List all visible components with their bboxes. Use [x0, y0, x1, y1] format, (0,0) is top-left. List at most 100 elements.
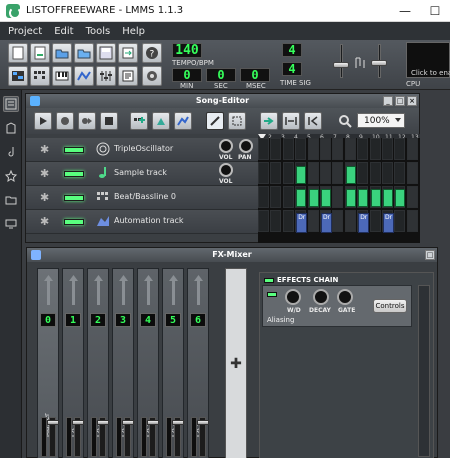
grid-cell[interactable] — [307, 210, 319, 232]
grid-cell[interactable] — [382, 162, 393, 184]
mute-led[interactable] — [64, 171, 84, 177]
grid-cell[interactable] — [344, 138, 356, 160]
whats-this-button[interactable]: ? — [142, 43, 162, 63]
open-project-button[interactable] — [52, 43, 72, 63]
controls-button[interactable]: Controls — [373, 299, 407, 313]
fx-channel[interactable]: 2 FX 2 — [87, 268, 109, 458]
grid-cell[interactable] — [369, 162, 381, 184]
track-row[interactable]: ✱ Beat/Bassline 0 — [26, 186, 258, 210]
project-notes-button[interactable] — [118, 66, 138, 86]
master-volume-handle[interactable] — [333, 62, 349, 68]
song-editor-close-button[interactable]: × — [407, 96, 417, 106]
beat-clip[interactable] — [370, 189, 381, 207]
computer-button[interactable] — [3, 216, 19, 232]
volume-knob[interactable] — [219, 163, 233, 177]
sample-clip[interactable] — [345, 166, 356, 184]
beat-clip[interactable] — [321, 189, 331, 207]
grid-cell[interactable] — [295, 138, 307, 160]
grid-cell[interactable] — [357, 162, 369, 184]
menu-project[interactable]: Project — [8, 26, 42, 37]
save-project-button[interactable] — [96, 43, 116, 63]
menu-help[interactable]: Help — [122, 26, 145, 37]
grid-cell[interactable] — [406, 186, 418, 208]
draw-mode-button[interactable] — [206, 112, 224, 130]
gear-icon[interactable]: ✱ — [40, 143, 49, 156]
mute-led[interactable] — [64, 195, 84, 201]
loop-points-button[interactable] — [282, 112, 300, 130]
fader-handle[interactable] — [97, 420, 109, 425]
fader-handle[interactable] — [147, 420, 159, 425]
tempo-display[interactable]: 140 — [172, 43, 202, 58]
grid-cell[interactable] — [406, 138, 418, 160]
master-channel[interactable]: 0 Master — [37, 268, 59, 458]
fader-handle[interactable] — [172, 420, 184, 425]
track-name[interactable]: Automation track — [114, 216, 184, 225]
time-sig-denominator[interactable]: 4 — [282, 62, 302, 76]
grid-cell[interactable] — [282, 186, 294, 208]
stop-button[interactable] — [100, 112, 118, 130]
fx-channel[interactable]: 5 FX 5 — [162, 268, 184, 458]
cpu-load-widget[interactable]: Click to ena — [406, 42, 450, 78]
beat-clip[interactable] — [395, 189, 406, 207]
grid-cell[interactable] — [282, 210, 294, 232]
grid-cell[interactable] — [394, 138, 406, 160]
master-volume-slider[interactable] — [340, 44, 343, 78]
grid-cell[interactable] — [332, 162, 344, 184]
automation-clip[interactable]: Dr — [383, 213, 394, 233]
record-while-playing-button[interactable] — [78, 112, 96, 130]
my-home-button[interactable] — [3, 168, 19, 184]
edit-mode-button[interactable] — [228, 112, 246, 130]
maximize-button[interactable]: ☐ — [420, 0, 450, 22]
track-name[interactable]: Sample track — [114, 168, 167, 177]
grid-cell[interactable] — [282, 162, 294, 184]
grid-cell[interactable] — [258, 138, 269, 160]
effects-scrollbar[interactable] — [418, 285, 430, 457]
mute-led[interactable] — [64, 147, 84, 153]
fx-mixer-button[interactable] — [96, 66, 116, 86]
new-from-template-button[interactable] — [30, 43, 50, 63]
beat-clip[interactable] — [345, 189, 356, 207]
grid-cell[interactable] — [282, 138, 294, 160]
grid-cell[interactable] — [332, 210, 344, 232]
grid-cell[interactable] — [270, 186, 282, 208]
fx-mixer-close-button[interactable]: □ — [425, 250, 435, 260]
menu-tools[interactable]: Tools — [86, 26, 111, 37]
grid-cell[interactable] — [382, 138, 393, 160]
song-editor-minimize-button[interactable]: _ — [383, 96, 393, 106]
effect-plugin[interactable]: W/D DECAY GATE Controls Aliasing — [262, 285, 412, 327]
song-editor-maximize-button[interactable]: □ — [395, 96, 405, 106]
grid-cell[interactable] — [270, 210, 282, 232]
automation-clip[interactable]: Dr — [358, 213, 370, 233]
fader-handle[interactable] — [47, 420, 59, 425]
new-project-button[interactable] — [8, 43, 28, 63]
minimize-button[interactable]: — — [390, 0, 420, 22]
my-samples-button[interactable] — [3, 120, 19, 136]
add-beat-bassline-button[interactable] — [130, 112, 148, 130]
mute-led[interactable] — [64, 219, 84, 225]
master-pitch-handle[interactable] — [371, 60, 387, 66]
my-presets-button[interactable] — [3, 144, 19, 160]
beat-clip[interactable] — [308, 189, 319, 207]
grid-cell[interactable] — [369, 210, 381, 232]
add-automation-track-button[interactable] — [174, 112, 192, 130]
gear-icon[interactable]: ✱ — [40, 215, 49, 228]
grid-cell[interactable] — [332, 186, 344, 208]
my-projects-button[interactable] — [3, 96, 19, 112]
fx-channel[interactable]: 1 FX 1 — [62, 268, 84, 458]
track-row[interactable]: ✱ TripleOscillator VOL PAN — [26, 138, 258, 162]
add-sample-track-button[interactable] — [152, 112, 170, 130]
track-row[interactable]: ✱ Sample track VOL — [26, 162, 258, 186]
grid-cell[interactable] — [270, 162, 282, 184]
root-directory-button[interactable] — [3, 192, 19, 208]
grid-cell[interactable] — [258, 186, 269, 208]
grid-cell[interactable] — [320, 138, 331, 160]
grid-cell[interactable] — [344, 210, 356, 232]
fx-channel[interactable]: 3 FX 3 — [112, 268, 134, 458]
zoom-select[interactable]: 100% — [357, 113, 405, 128]
gate-knob[interactable] — [337, 289, 353, 305]
track-row[interactable]: ✱ Automation track — [26, 210, 258, 234]
fader-handle[interactable] — [197, 420, 209, 425]
grid-cell[interactable] — [258, 210, 269, 232]
sample-clip[interactable] — [296, 166, 307, 184]
pattern-grid[interactable]: Dr Dr Dr Dr — [258, 138, 420, 243]
